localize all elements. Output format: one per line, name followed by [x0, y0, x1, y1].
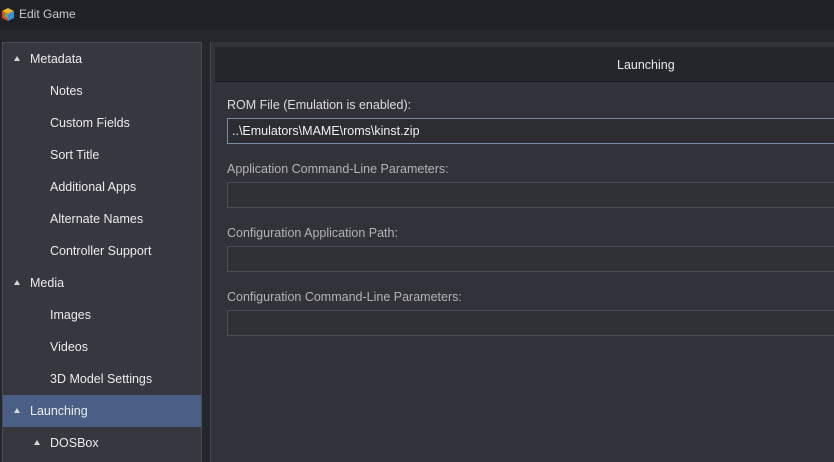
config-command-line-label: Configuration Command-Line Parameters:: [227, 290, 462, 304]
expand-caret-icon[interactable]: [14, 408, 20, 413]
expand-caret-icon[interactable]: [34, 440, 40, 445]
window-title: Edit Game: [19, 7, 76, 21]
sidebar-item-3d-model-settings[interactable]: 3D Model Settings: [3, 363, 201, 395]
sidebar-item-additional-apps[interactable]: Additional Apps: [3, 171, 201, 203]
sidebar-item-sort-title[interactable]: Sort Title: [3, 139, 201, 171]
section-title: Launching: [617, 58, 675, 72]
sidebar-item-dosbox[interactable]: DOSBox: [3, 427, 201, 459]
sidebar-item-label: Videos: [50, 340, 88, 354]
app-logo-icon: [2, 8, 14, 21]
sidebar-item-label: Metadata: [30, 52, 83, 66]
config-app-path-label: Configuration Application Path:: [227, 226, 398, 240]
rom-file-input[interactable]: [227, 118, 834, 144]
app-command-line-input[interactable]: [227, 182, 834, 208]
sidebar-item-label: Alternate Names: [50, 212, 144, 226]
sidebar-item-videos[interactable]: Videos: [3, 331, 201, 363]
sidebar-item-label: Notes: [50, 84, 83, 98]
sidebar-item-label: 3D Model Settings: [50, 372, 153, 386]
sidebar-item-launching[interactable]: Launching: [3, 395, 201, 427]
app-command-line-label: Application Command-Line Parameters:: [227, 162, 449, 176]
expand-caret-icon[interactable]: [14, 280, 20, 285]
sidebar-navigation: Metadata Notes Custom Fields Sort Title …: [2, 42, 202, 462]
sidebar-item-label: Images: [50, 308, 91, 322]
rom-file-label: ROM File (Emulation is enabled):: [227, 98, 412, 112]
config-command-line-input[interactable]: [227, 310, 834, 336]
sidebar-item-label: Custom Fields: [50, 116, 130, 130]
sidebar-item-label: Media: [30, 276, 65, 290]
sidebar-item-media[interactable]: Media: [3, 267, 201, 299]
title-bar: Edit Game: [0, 0, 834, 30]
sidebar-item-alternate-names[interactable]: Alternate Names: [3, 203, 201, 235]
sidebar-item-custom-fields[interactable]: Custom Fields: [3, 107, 201, 139]
sidebar-item-label: Sort Title: [50, 148, 100, 162]
sidebar-item-label: Additional Apps: [50, 180, 137, 194]
sidebar-item-label: Controller Support: [50, 244, 152, 258]
sidebar-item-label: Launching: [30, 404, 88, 418]
launching-panel: Launching ROM File (Emulation is enabled…: [210, 42, 834, 462]
expand-caret-icon[interactable]: [14, 56, 20, 61]
config-app-path-input[interactable]: [227, 246, 834, 272]
sidebar-item-images[interactable]: Images: [3, 299, 201, 331]
sidebar-item-notes[interactable]: Notes: [3, 75, 201, 107]
sidebar-item-controller-support[interactable]: Controller Support: [3, 235, 201, 267]
sidebar-item-label: DOSBox: [50, 436, 99, 450]
sidebar-item-metadata[interactable]: Metadata: [3, 43, 201, 75]
section-header: Launching: [215, 47, 834, 82]
